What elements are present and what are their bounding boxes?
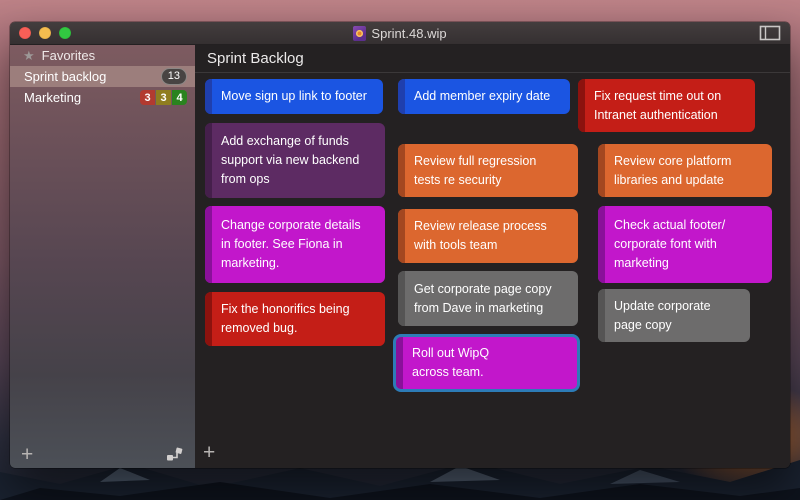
card-text: Review release process with tools team bbox=[414, 219, 547, 252]
app-window: Sprint.48.wip ★ Favorites Sprint backlog… bbox=[10, 22, 790, 468]
star-icon: ★ bbox=[23, 48, 35, 63]
card-selected[interactable]: Roll out WipQ across team. bbox=[393, 334, 580, 392]
card[interactable]: Review release process with tools team bbox=[398, 209, 578, 263]
favorites-header: ★ Favorites bbox=[10, 45, 195, 66]
sidebar-toggle-icon[interactable] bbox=[758, 25, 782, 41]
card-canvas[interactable]: Move sign up link to footer Add member ex… bbox=[195, 45, 790, 468]
sidebar-item-label: Sprint backlog bbox=[24, 69, 107, 84]
window-title: Sprint.48.wip bbox=[371, 25, 447, 41]
card-text: Fix the honorifics being removed bug. bbox=[221, 302, 350, 335]
card-text: Move sign up link to footer bbox=[221, 89, 367, 103]
card-text: Check actual footer/ corporate font with… bbox=[614, 218, 726, 270]
sidebar-item-label: Marketing bbox=[24, 90, 82, 105]
card-text: Get corporate page copy from Dave in mar… bbox=[414, 281, 552, 315]
flowchart-icon[interactable] bbox=[166, 447, 184, 462]
card-text: Add exchange of funds support via new ba… bbox=[221, 134, 360, 186]
card[interactable]: Review core platform libraries and updat… bbox=[598, 144, 772, 197]
titlebar[interactable]: Sprint.48.wip bbox=[10, 22, 790, 45]
card-text: Review core platform libraries and updat… bbox=[614, 153, 732, 187]
add-list-button[interactable]: + bbox=[21, 444, 33, 465]
sidebar: ★ Favorites Sprint backlog 13 Marketing … bbox=[10, 45, 195, 468]
sidebar-item-marketing[interactable]: Marketing 334 bbox=[10, 87, 195, 108]
marketing-badges: 334 bbox=[140, 90, 187, 105]
card[interactable]: Check actual footer/ corporate font with… bbox=[598, 206, 772, 283]
favorites-label: Favorites bbox=[41, 48, 96, 63]
sidebar-bottom-bar: + bbox=[10, 441, 195, 468]
card[interactable]: Move sign up link to footer bbox=[205, 79, 383, 114]
window-title-group: Sprint.48.wip bbox=[353, 25, 447, 41]
traffic-lights bbox=[19, 27, 71, 39]
card-text: Review full regression tests re security bbox=[414, 153, 537, 187]
minimize-button[interactable] bbox=[39, 27, 51, 39]
card-text: Update corporate page copy bbox=[614, 298, 711, 332]
card[interactable]: Update corporate page copy bbox=[598, 289, 750, 342]
card[interactable]: Add exchange of funds support via new ba… bbox=[205, 123, 385, 198]
card-text: Fix request time out on Intranet authent… bbox=[594, 88, 722, 122]
close-button[interactable] bbox=[19, 27, 31, 39]
document-icon bbox=[353, 25, 367, 41]
card[interactable]: Fix the honorifics being removed bug. bbox=[205, 292, 385, 346]
card[interactable]: Get corporate page copy from Dave in mar… bbox=[398, 271, 578, 326]
add-card-button[interactable]: + bbox=[203, 442, 215, 463]
card-text: Roll out WipQ across team. bbox=[412, 346, 490, 379]
board-pane: Sprint Backlog Move sign up link to foot… bbox=[195, 45, 790, 468]
zoom-button[interactable] bbox=[59, 27, 71, 39]
card[interactable]: Add member expiry date bbox=[398, 79, 570, 114]
count-badge: 13 bbox=[160, 68, 187, 85]
card[interactable]: Review full regression tests re security bbox=[398, 144, 578, 197]
sidebar-item-sprint-backlog[interactable]: Sprint backlog 13 bbox=[10, 66, 195, 87]
card-text: Change corporate details in footer. See … bbox=[221, 218, 361, 270]
count-badge: 3 bbox=[156, 90, 171, 105]
count-badge: 4 bbox=[172, 90, 187, 105]
card[interactable]: Fix request time out on Intranet authent… bbox=[578, 79, 755, 132]
count-badge: 3 bbox=[140, 90, 155, 105]
card[interactable]: Change corporate details in footer. See … bbox=[205, 206, 385, 283]
card-text: Add member expiry date bbox=[414, 89, 551, 103]
